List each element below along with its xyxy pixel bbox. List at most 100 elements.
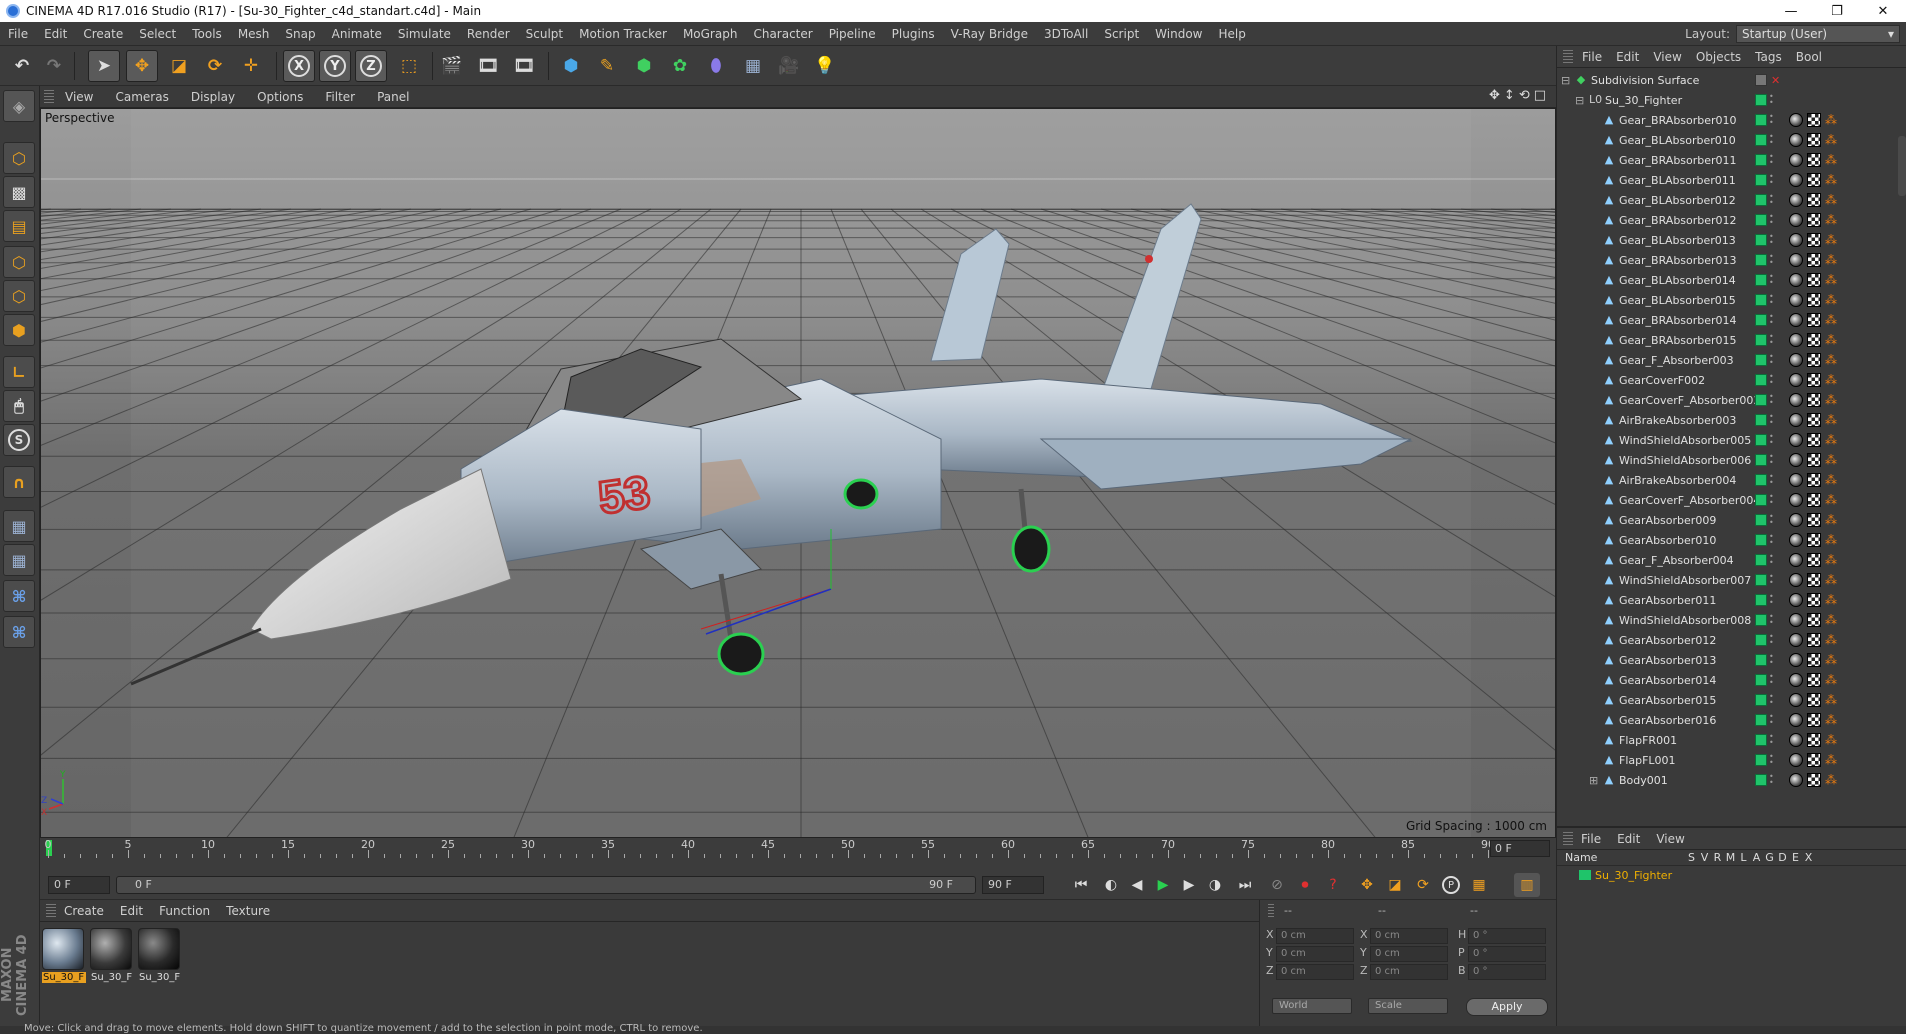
phong-tag-icon[interactable]	[1789, 753, 1803, 767]
uvw-tag-icon[interactable]	[1807, 113, 1821, 127]
redo-button[interactable]: ↷	[38, 50, 70, 82]
tree-expander-icon[interactable]: ⊟	[1575, 94, 1585, 107]
menu-pipeline[interactable]: Pipeline	[821, 27, 884, 41]
menu-snap[interactable]: Snap	[277, 27, 323, 41]
menu-character[interactable]: Character	[745, 27, 820, 41]
visibility-toggle[interactable]	[1755, 334, 1767, 346]
close-button[interactable]: ✕	[1860, 0, 1906, 22]
keyframe-selection-button[interactable]: ?	[1320, 873, 1346, 897]
object-row[interactable]: ▲ AirBrakeAbsorber003 • • ⁂	[1557, 410, 1899, 430]
render-dots-icon[interactable]: • •	[1769, 153, 1775, 167]
material-tag-icon[interactable]: ⁂	[1825, 114, 1837, 126]
layer-column-x[interactable]: X	[1802, 851, 1815, 864]
transform-mode-dropdown[interactable]: Scale	[1368, 998, 1448, 1014]
layer-column-a[interactable]: A	[1750, 851, 1763, 864]
uvw-tag-icon[interactable]	[1807, 713, 1821, 727]
phong-tag-icon[interactable]	[1789, 213, 1803, 227]
visibility-toggle[interactable]	[1755, 714, 1767, 726]
size-field[interactable]: 0 cm	[1370, 946, 1448, 962]
visibility-toggle[interactable]	[1755, 534, 1767, 546]
enable-check-icon[interactable]	[1755, 74, 1767, 86]
object-row[interactable]: ▲ GearAbsorber013 • • ⁂	[1557, 650, 1899, 670]
render-dots-icon[interactable]: • •	[1769, 513, 1775, 527]
visibility-toggle[interactable]	[1755, 114, 1767, 126]
menu-motion-tracker[interactable]: Motion Tracker	[571, 27, 675, 41]
auto-key-button[interactable]: ⏺	[1292, 873, 1318, 897]
object-menu-objects[interactable]: Objects	[1689, 50, 1748, 64]
object-row[interactable]: ▲ WindShieldAbsorber007 • • ⁂	[1557, 570, 1899, 590]
material-tag-icon[interactable]: ⁂	[1825, 454, 1837, 466]
render-dots-icon[interactable]: • •	[1769, 493, 1775, 507]
uvw-tag-icon[interactable]	[1807, 253, 1821, 267]
menu-help[interactable]: Help	[1210, 27, 1253, 41]
object-row[interactable]: ▲ GearCoverF002 • • ⁂	[1557, 370, 1899, 390]
material-tag-icon[interactable]: ⁂	[1825, 654, 1837, 666]
material-tag-icon[interactable]: ⁂	[1825, 674, 1837, 686]
uvw-tag-icon[interactable]	[1807, 153, 1821, 167]
rotation-field[interactable]: 0 °	[1468, 928, 1546, 944]
visibility-toggle[interactable]	[1755, 734, 1767, 746]
material-tag-icon[interactable]: ⁂	[1825, 754, 1837, 766]
layer-row[interactable]: Su_30_Fighter	[1557, 866, 1906, 884]
render-dots-icon[interactable]: • •	[1769, 613, 1775, 627]
visibility-toggle[interactable]	[1755, 474, 1767, 486]
material-tag-icon[interactable]: ⁂	[1825, 274, 1837, 286]
material-tag-icon[interactable]: ⁂	[1825, 474, 1837, 486]
visibility-toggle[interactable]	[1755, 454, 1767, 466]
render-dots-icon[interactable]: • •	[1769, 293, 1775, 307]
object-row[interactable]: ▲ Gear_BRAbsorber011 • • ⁂	[1557, 150, 1899, 170]
uvw-tag-icon[interactable]	[1807, 553, 1821, 567]
material-tag-icon[interactable]: ⁂	[1825, 494, 1837, 506]
phong-tag-icon[interactable]	[1789, 593, 1803, 607]
phong-tag-icon[interactable]	[1789, 193, 1803, 207]
object-row[interactable]: ▲ WindShieldAbsorber006 • • ⁂	[1557, 450, 1899, 470]
add-deformer-button[interactable]: ⬮	[700, 50, 732, 82]
next-frame-button[interactable]: ▶	[1176, 873, 1202, 897]
viewport-menu-filter[interactable]: Filter	[314, 90, 366, 104]
render-dots-icon[interactable]: • •	[1769, 673, 1775, 687]
uvw-tag-icon[interactable]	[1807, 453, 1821, 467]
visibility-toggle[interactable]	[1755, 214, 1767, 226]
phong-tag-icon[interactable]	[1789, 133, 1803, 147]
visibility-toggle[interactable]	[1755, 234, 1767, 246]
uvw-tag-icon[interactable]	[1807, 273, 1821, 287]
uvw-tag-icon[interactable]	[1807, 313, 1821, 327]
phong-tag-icon[interactable]	[1789, 673, 1803, 687]
menu-animate[interactable]: Animate	[324, 27, 390, 41]
visibility-toggle[interactable]	[1755, 774, 1767, 786]
coordinate-system-button[interactable]: ⬚	[393, 50, 425, 82]
visibility-toggle[interactable]	[1755, 314, 1767, 326]
visibility-toggle[interactable]	[1755, 134, 1767, 146]
phong-tag-icon[interactable]	[1789, 113, 1803, 127]
uvw-tag-icon[interactable]	[1807, 333, 1821, 347]
render-dots-icon[interactable]: • •	[1769, 333, 1775, 347]
menu-script[interactable]: Script	[1096, 27, 1147, 41]
uvw-tag-icon[interactable]	[1807, 513, 1821, 527]
material-tag-icon[interactable]: ⁂	[1825, 414, 1837, 426]
material-tag-icon[interactable]: ⁂	[1825, 554, 1837, 566]
start-frame-field[interactable]: 0 F	[48, 876, 110, 894]
render-dots-icon[interactable]: • •	[1769, 193, 1775, 207]
object-row[interactable]: ⊟ L0 Su_30_Fighter • •	[1557, 90, 1899, 110]
material-tag-icon[interactable]: ⁂	[1825, 614, 1837, 626]
next-key-button[interactable]: ◑	[1202, 873, 1228, 897]
restore-button[interactable]: ❐	[1814, 0, 1860, 22]
phong-tag-icon[interactable]	[1789, 773, 1803, 787]
visibility-toggle[interactable]	[1755, 754, 1767, 766]
uvw-tag-icon[interactable]	[1807, 213, 1821, 227]
material-tag-icon[interactable]: ⁂	[1825, 574, 1837, 586]
workplane-lock-button[interactable]: ▦	[3, 510, 35, 542]
render-dots-icon[interactable]: • •	[1769, 173, 1775, 187]
object-row[interactable]: ▲ GearCoverF_Absorber004 • • ⁂	[1557, 490, 1899, 510]
phong-tag-icon[interactable]	[1789, 713, 1803, 727]
render-dots-icon[interactable]: • •	[1769, 473, 1775, 487]
render-dots-icon[interactable]: • •	[1769, 313, 1775, 327]
phong-tag-icon[interactable]	[1789, 493, 1803, 507]
layer-menu-file[interactable]: File	[1573, 832, 1609, 846]
render-dots-icon[interactable]: • •	[1769, 713, 1775, 727]
object-row[interactable]: ▲ Gear_BRAbsorber014 • • ⁂	[1557, 310, 1899, 330]
visibility-toggle[interactable]	[1755, 674, 1767, 686]
material-menu-function[interactable]: Function	[151, 904, 218, 918]
visibility-toggle[interactable]	[1755, 554, 1767, 566]
key-rotation-button[interactable]: ⟳	[1410, 873, 1436, 897]
